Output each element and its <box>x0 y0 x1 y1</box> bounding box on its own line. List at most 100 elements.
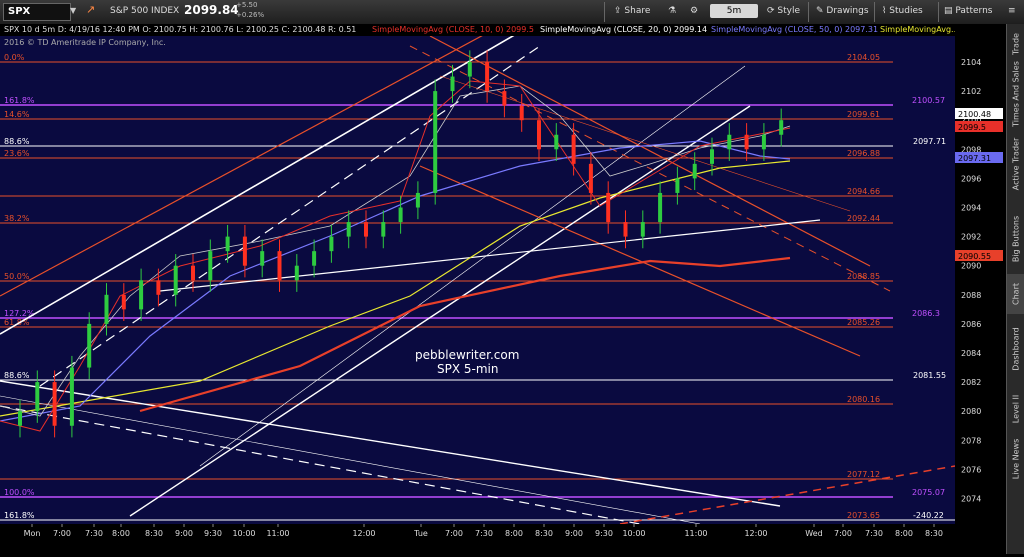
time-tick-label: 10:00 <box>232 529 255 538</box>
price-axis[interactable]: 2104 2102 2100 2098 2096 2094 2092 2090 2088 2086… <box>955 24 1006 534</box>
fib-price-label: 2080.16 <box>847 395 880 404</box>
time-tick-label: 7:00 <box>53 529 71 538</box>
candle-body <box>87 323 92 368</box>
fib-price-label: 2099.61 <box>847 110 880 119</box>
time-tick-label: 8:00 <box>505 529 523 538</box>
trendline[interactable] <box>129 105 751 517</box>
sidebar-tab-chart[interactable]: Chart <box>1007 274 1024 314</box>
time-tick-label: 7:30 <box>475 529 493 538</box>
candle-body <box>18 411 22 426</box>
chart-plot-area[interactable]: 2016 © TD Ameritrade IP Company, Inc. 0.… <box>0 25 956 525</box>
candle-body <box>329 236 334 252</box>
price-tick-label: 2074 <box>961 495 981 504</box>
fib-price-label: 2096.88 <box>847 149 880 158</box>
sidebar-tab-label: Level II <box>1011 394 1021 424</box>
trendline[interactable] <box>0 395 701 525</box>
candle-body <box>225 236 230 252</box>
candle-body <box>52 382 57 426</box>
sma20-label[interactable]: SimpleMovingAvg (CLOSE, 20, 0) 2099.14 <box>540 25 707 34</box>
interval-value: 5m <box>726 6 742 16</box>
study-info-bar: SPX 10 d 5m D: 4/19/16 12:40 PM O: 2100.… <box>0 24 959 36</box>
time-tick-label: Wed <box>805 529 822 538</box>
gear-icon: ⚙ <box>690 6 699 16</box>
sidebar-tab-label: Trade <box>1011 33 1021 55</box>
time-tick-label: 9:00 <box>175 529 193 538</box>
interval-select[interactable]: 5m <box>710 4 758 18</box>
menu-button[interactable]: ≡ <box>1004 3 1024 20</box>
fib-price-label: 2073.65 <box>847 511 880 520</box>
symbol-input[interactable]: SPX <box>3 3 71 21</box>
trendline[interactable] <box>159 219 821 292</box>
price-tag-label: 2099.5 <box>958 123 986 132</box>
time-axis[interactable]: Mon 7:00 7:30 8:00 8:30 9:00 9:30 10:00 11:00 12:… <box>0 524 955 554</box>
trendline[interactable] <box>439 75 851 212</box>
trendline[interactable] <box>39 45 541 387</box>
time-tick-label: 9:30 <box>595 529 613 538</box>
fib-pct-label: 14.6% <box>4 110 30 119</box>
price-tick-label: 2092 <box>961 233 981 242</box>
patterns-button[interactable]: ▤ Patterns <box>940 3 1006 20</box>
settings-button[interactable]: ⚙ <box>686 3 710 20</box>
studies-button[interactable]: ⌇ Studies <box>878 3 940 20</box>
candle-body <box>744 134 749 150</box>
trendline[interactable] <box>0 405 641 525</box>
sma50-label[interactable]: SimpleMovingAvg (CLOSE, 50, 0) 2097.31 <box>711 25 878 34</box>
candle-body <box>173 265 178 295</box>
toolbar-divider <box>874 2 875 22</box>
moving-average-line <box>0 80 791 432</box>
fib-pct-label: 0.0% <box>4 53 25 62</box>
candle-body <box>537 120 541 150</box>
time-tick-label: Mon <box>24 529 41 538</box>
sidebar-tab-trade[interactable]: Trade <box>1007 24 1024 64</box>
price-tick-label: 2078 <box>961 436 981 445</box>
sidebar-tab-times-and-sales[interactable]: Times And Sales <box>1007 61 1024 127</box>
time-tick-label: 7:00 <box>445 529 463 538</box>
right-sidebar: Trade Times And Sales Active Trader Big But… <box>1006 24 1024 554</box>
sidebar-tab-big-buttons[interactable]: Big Buttons <box>1007 204 1024 274</box>
time-tick-label: 8:00 <box>112 529 130 538</box>
share-button[interactable]: ⇪ Share <box>610 3 660 20</box>
trendline[interactable] <box>0 380 781 507</box>
sidebar-tab-dashboard[interactable]: Dashboard <box>1007 314 1024 384</box>
sidebar-tab-level-ii[interactable]: Level II <box>1007 384 1024 434</box>
sma200-label[interactable]: SimpleMovingAvg... <box>880 25 959 34</box>
fib-price-label: 2092.44 <box>847 214 880 223</box>
candle-body <box>277 251 282 281</box>
drawings-button[interactable]: ✎ Drawings <box>812 3 874 20</box>
menu-icon: ≡ <box>1008 6 1016 16</box>
trendline[interactable] <box>429 35 871 267</box>
style-button[interactable]: ⟳ Style <box>763 3 809 20</box>
price-axis-svg: 2104210221002098209620942092209020882086… <box>955 58 1003 504</box>
symbol-value: SPX <box>8 6 31 17</box>
trendline[interactable] <box>199 65 746 467</box>
sma10-label[interactable]: SimpleMovingAvg (CLOSE, 10, 0) 2099.5 <box>372 25 534 34</box>
candle-body <box>502 91 507 106</box>
trendlines-layer[interactable] <box>0 25 956 525</box>
time-tick-label: Tue <box>413 529 428 538</box>
symbol-dropdown-icon[interactable]: ▼ <box>70 3 80 19</box>
price-chart-svg[interactable]: 2016 © TD Ameritrade IP Company, Inc. 0.… <box>0 25 956 525</box>
candle-body <box>381 222 386 237</box>
time-tick-label: 8:30 <box>925 529 943 538</box>
candle-body <box>433 91 438 193</box>
time-tick-label: 9:30 <box>204 529 222 538</box>
chart-type-icon[interactable]: ↗ <box>86 3 95 16</box>
price-tick-label: 2094 <box>961 204 981 213</box>
trendline[interactable] <box>409 45 891 292</box>
candle-body <box>675 178 680 193</box>
price-tick-label: 2104 <box>961 58 981 67</box>
sidebar-tab-live-news[interactable]: Live News <box>1007 434 1024 484</box>
drawings-icon: ✎ <box>816 6 824 16</box>
candle-body <box>571 134 576 164</box>
candle-body <box>139 280 144 310</box>
sidebar-tab-active-trader[interactable]: Active Trader <box>1007 124 1024 204</box>
trendline[interactable] <box>0 25 501 297</box>
price-tick-label: 2076 <box>961 465 981 474</box>
fib-price-label: 2086.3 <box>912 309 940 318</box>
trendline[interactable] <box>619 465 956 525</box>
candle-body <box>692 163 697 179</box>
flask-button[interactable]: ⚗ <box>664 3 688 20</box>
moving-average-line <box>0 85 791 417</box>
candle-body <box>658 192 663 223</box>
candles-layer <box>18 50 784 438</box>
